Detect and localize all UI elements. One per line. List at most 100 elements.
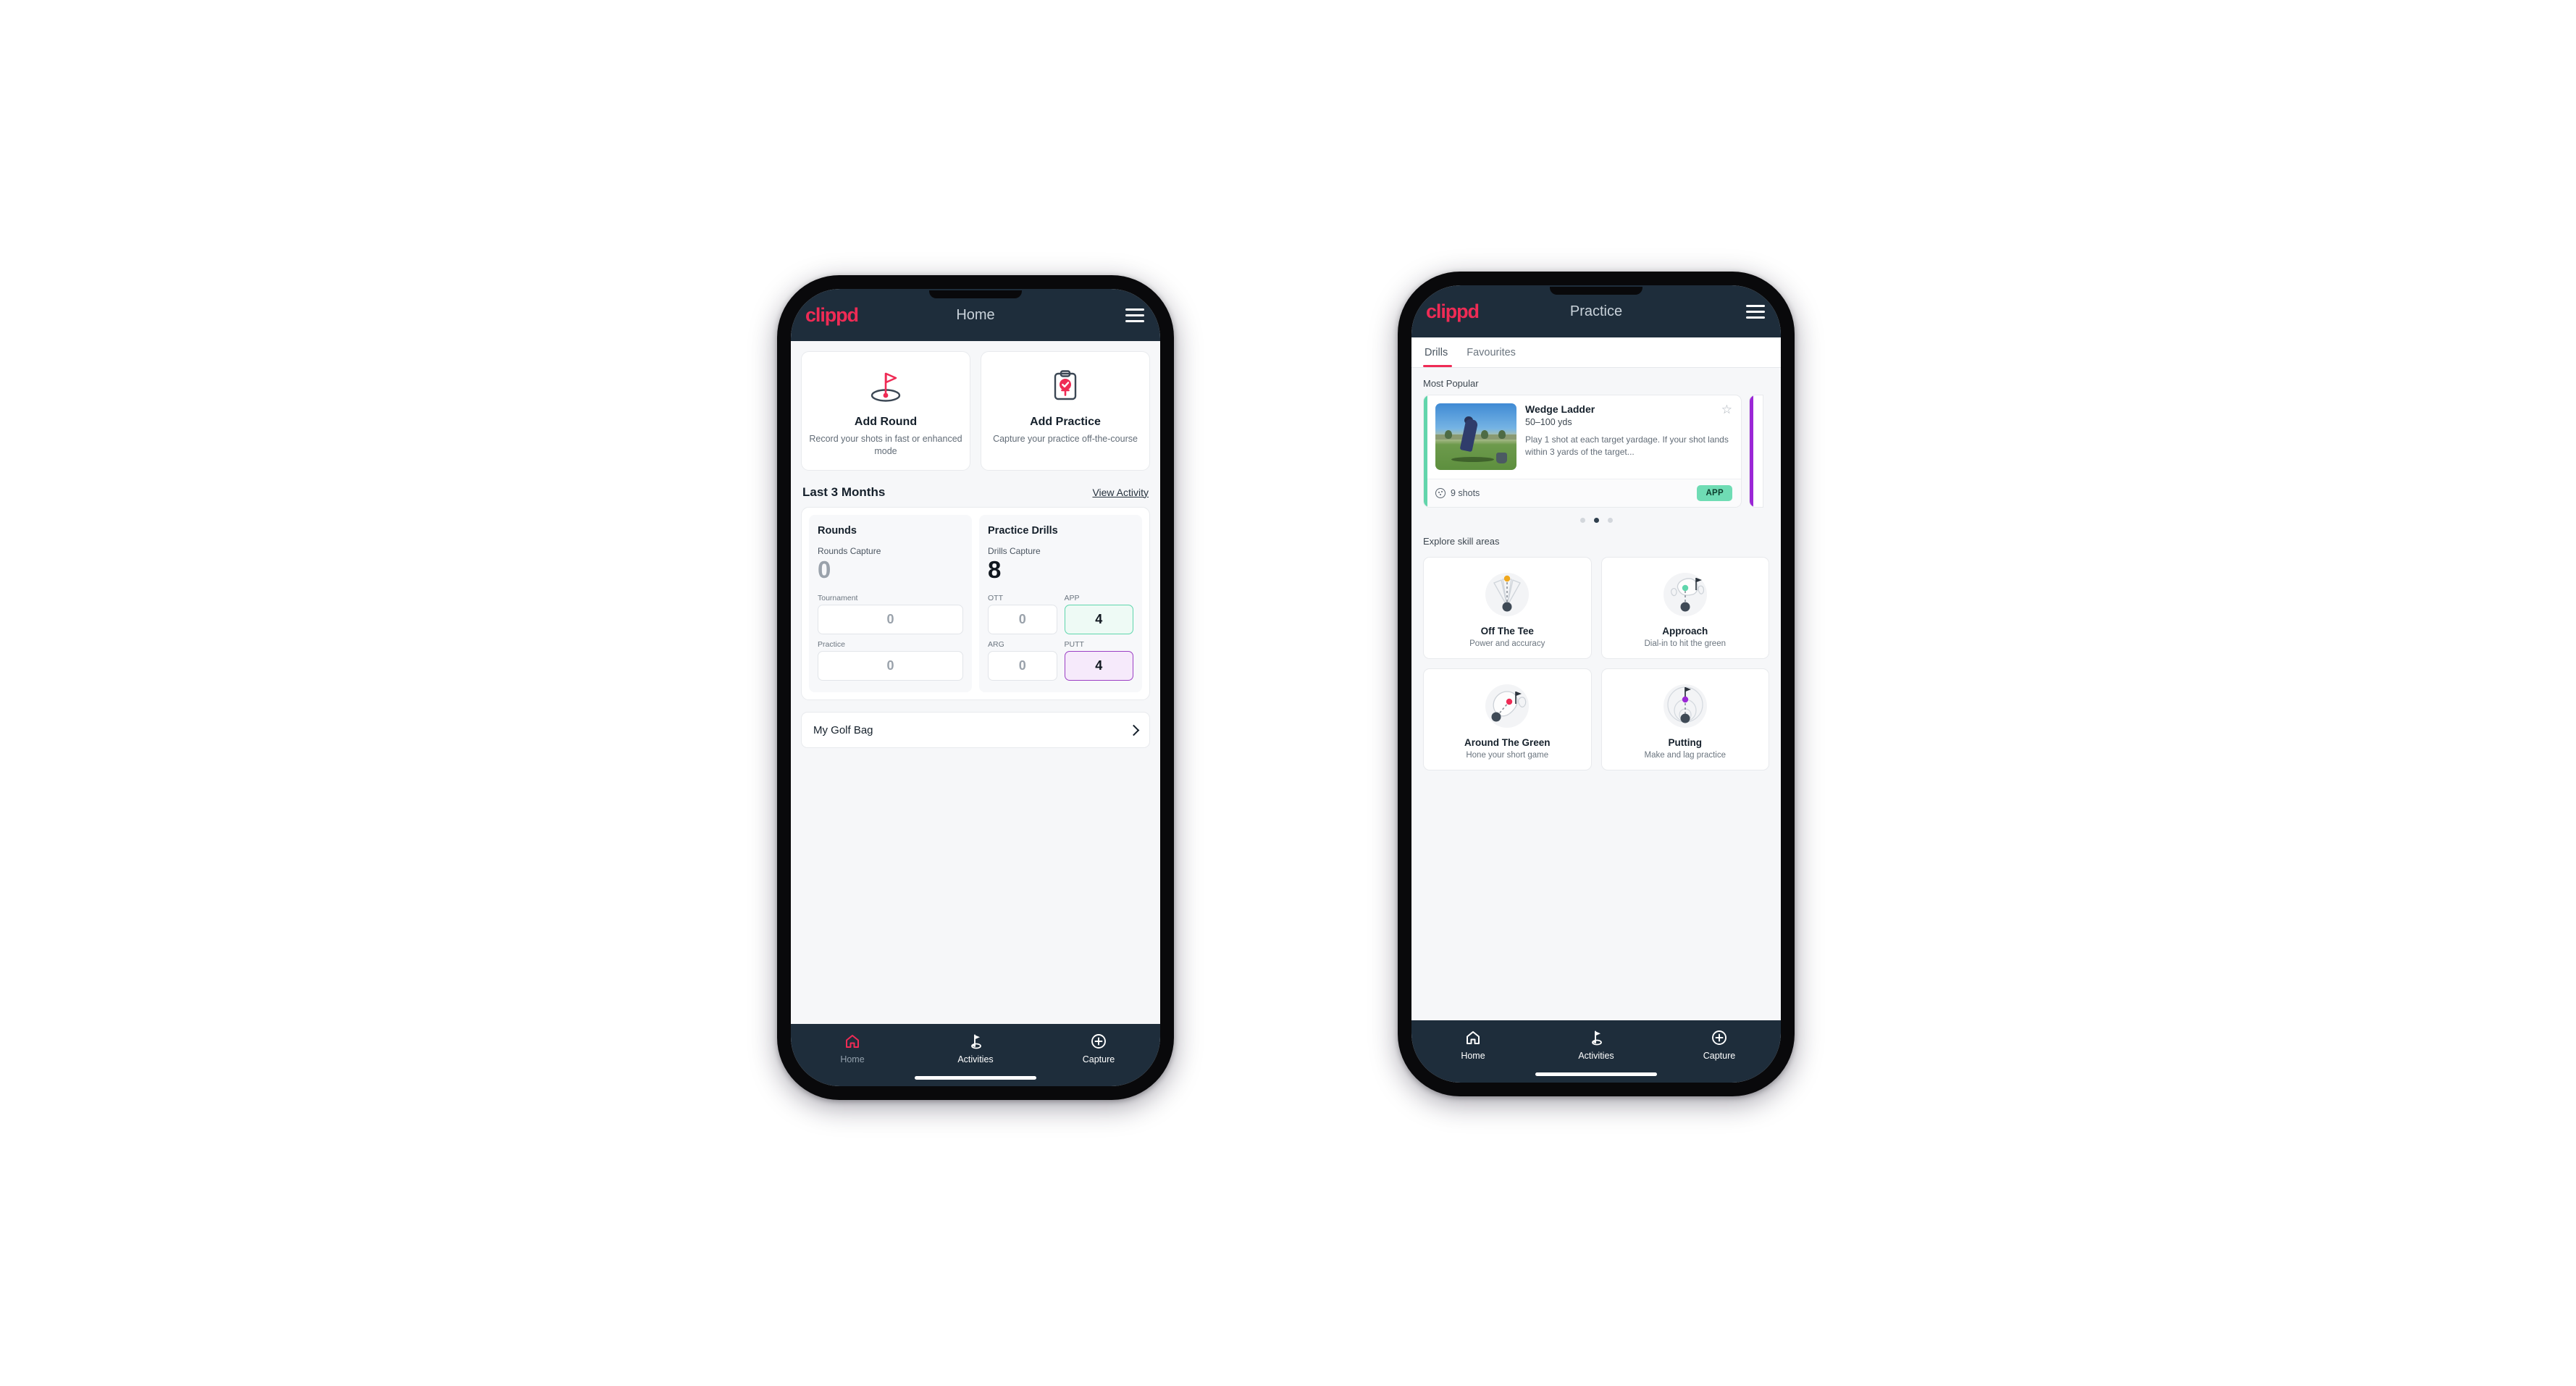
drill-thumbnail-image bbox=[1435, 403, 1516, 470]
my-golf-bag-label: My Golf Bag bbox=[813, 723, 873, 736]
mini-app: APP 4 bbox=[1064, 594, 1133, 635]
tab-drills[interactable]: Drills bbox=[1422, 337, 1458, 367]
add-practice-card[interactable]: Add Practice Capture your practice off-t… bbox=[981, 351, 1150, 471]
app-value-box[interactable]: 4 bbox=[1064, 605, 1133, 635]
mini-label: OTT bbox=[988, 594, 1003, 603]
skill-areas-grid: Off The Tee Power and accuracy Approach … bbox=[1411, 553, 1781, 770]
screenshot-canvas: clippd Home Add Round Record your shots … bbox=[0, 0, 2576, 1386]
skill-name: Approach bbox=[1662, 626, 1708, 637]
phone1-screen: clippd Home Add Round Record your shots … bbox=[791, 289, 1160, 1086]
add-practice-title: Add Practice bbox=[1030, 416, 1101, 428]
skill-card-around-the-green[interactable]: Around The Green Hone your short game bbox=[1423, 668, 1592, 770]
plus-circle-icon bbox=[1091, 1034, 1106, 1049]
hamburger-icon[interactable] bbox=[1746, 304, 1765, 319]
arg-value-box[interactable]: 0 bbox=[988, 651, 1057, 681]
home-indicator-bar bbox=[915, 1076, 1036, 1080]
home-icon bbox=[846, 1035, 859, 1048]
phone-mockup-practice: clippd Practice Drills Favourites Most P… bbox=[1398, 272, 1795, 1096]
drill-card-wedge-ladder[interactable]: Wedge Ladder ☆ 50–100 yds Play 1 shot at… bbox=[1423, 395, 1742, 508]
drill-carousel[interactable]: Wedge Ladder ☆ 50–100 yds Play 1 shot at… bbox=[1411, 395, 1781, 508]
nav-item-activities[interactable]: Activities bbox=[914, 1033, 1037, 1064]
drill-shots: 9 shots bbox=[1435, 488, 1480, 498]
tournament-value-box[interactable]: 0 bbox=[818, 605, 963, 635]
practice-value-box[interactable]: 0 bbox=[818, 651, 963, 681]
skill-card-off-the-tee[interactable]: Off The Tee Power and accuracy bbox=[1423, 557, 1592, 659]
quick-actions-row: Add Round Record your shots in fast or e… bbox=[791, 341, 1160, 471]
nav-item-home[interactable]: Home bbox=[1411, 1029, 1535, 1061]
rounds-mini-grid: Tournament 0 Practice 0 bbox=[818, 594, 963, 681]
nav-item-activities[interactable]: Activities bbox=[1535, 1029, 1658, 1061]
nav-label-home: Home bbox=[1461, 1051, 1485, 1061]
phone2-content: Most Popular Wedge Ladder ☆ 50–100 yds P… bbox=[1411, 368, 1781, 1020]
skill-name: Putting bbox=[1668, 737, 1703, 748]
drills-heading: Practice Drills bbox=[988, 524, 1058, 537]
nav-item-capture[interactable]: Capture bbox=[1658, 1029, 1781, 1061]
drill-title: Wedge Ladder bbox=[1525, 403, 1595, 415]
golf-activities-icon bbox=[971, 1034, 981, 1049]
mini-tournament: Tournament 0 bbox=[818, 594, 963, 635]
skill-subtitle: Hone your short game bbox=[1466, 751, 1549, 760]
carousel-dot-active[interactable] bbox=[1593, 518, 1599, 523]
rounds-capture-label: Rounds Capture bbox=[818, 545, 881, 556]
phone-mockup-home: clippd Home Add Round Record your shots … bbox=[777, 275, 1174, 1100]
golf-activities-icon bbox=[1592, 1030, 1602, 1046]
clippd-logo[interactable]: clippd bbox=[805, 305, 859, 325]
mini-label: Tournament bbox=[818, 594, 858, 603]
last-3-months-header: Last 3 Months View Activity bbox=[791, 471, 1160, 507]
drills-capture-value: 8 bbox=[988, 555, 1002, 583]
phone2-bottom-nav: Home Activities Capture bbox=[1411, 1020, 1781, 1083]
skill-subtitle: Power and accuracy bbox=[1469, 639, 1545, 648]
drills-mini-grid: OTT 0 APP 4 ARG 0 PUTT 4 bbox=[988, 594, 1133, 681]
nav-item-capture[interactable]: Capture bbox=[1037, 1033, 1160, 1064]
drill-category-badge: APP bbox=[1697, 485, 1732, 501]
most-popular-label: Most Popular bbox=[1423, 378, 1479, 389]
nav-item-home[interactable]: Home bbox=[791, 1033, 914, 1064]
phone2-screen: clippd Practice Drills Favourites Most P… bbox=[1411, 285, 1781, 1083]
skill-card-approach[interactable]: Approach Dial-in to hit the green bbox=[1600, 557, 1769, 659]
add-round-card[interactable]: Add Round Record your shots in fast or e… bbox=[801, 351, 970, 471]
hamburger-icon[interactable] bbox=[1125, 308, 1144, 322]
rounds-heading: Rounds bbox=[818, 524, 857, 537]
carousel-dots bbox=[1411, 508, 1781, 526]
drill-meta: Wedge Ladder ☆ 50–100 yds Play 1 shot at… bbox=[1525, 403, 1732, 470]
golf-flag-icon bbox=[809, 365, 962, 407]
carousel-dot[interactable] bbox=[1607, 518, 1613, 523]
mini-practice: Practice 0 bbox=[818, 640, 963, 681]
view-activity-link[interactable]: View Activity bbox=[1092, 487, 1149, 498]
around-the-green-icon bbox=[1430, 678, 1585, 734]
drill-card-body: Wedge Ladder ☆ 50–100 yds Play 1 shot at… bbox=[1424, 395, 1741, 479]
skill-name: Off The Tee bbox=[1480, 626, 1534, 637]
clipboard-check-icon bbox=[989, 365, 1142, 407]
my-golf-bag-row[interactable]: My Golf Bag bbox=[801, 712, 1150, 749]
approach-icon bbox=[1608, 566, 1763, 623]
nav-label-activities: Activities bbox=[1578, 1051, 1614, 1061]
mini-label: PUTT bbox=[1064, 640, 1084, 650]
clippd-logo[interactable]: clippd bbox=[1426, 301, 1480, 322]
plus-circle-icon bbox=[1712, 1030, 1727, 1045]
ott-value-box[interactable]: 0 bbox=[988, 605, 1057, 635]
home-indicator-bar bbox=[1535, 1072, 1657, 1076]
mini-label: Practice bbox=[818, 640, 845, 650]
practice-drills-stat-column: Practice Drills Drills Capture 8 OTT 0 A… bbox=[979, 514, 1142, 693]
nav-label-activities: Activities bbox=[957, 1054, 994, 1064]
skill-card-putting[interactable]: Putting Make and lag practice bbox=[1600, 668, 1769, 770]
rounds-capture-value: 0 bbox=[818, 555, 831, 583]
putt-value-box[interactable]: 4 bbox=[1064, 651, 1133, 681]
phone1-content: Add Round Record your shots in fast or e… bbox=[791, 341, 1160, 1024]
phone-notch bbox=[929, 290, 1022, 298]
phone1-bottom-nav: Home Activities Capture bbox=[791, 1024, 1160, 1086]
skill-name: Around The Green bbox=[1464, 737, 1551, 748]
add-round-subtitle: Record your shots in fast or enhanced mo… bbox=[809, 434, 962, 457]
drill-yardage: 50–100 yds bbox=[1525, 417, 1572, 427]
golf-ball-icon bbox=[1435, 488, 1446, 498]
drill-card-footer: 9 shots APP bbox=[1424, 479, 1741, 507]
rounds-stat-column: Rounds Rounds Capture 0 Tournament 0 Pra… bbox=[809, 514, 972, 693]
nav-label-capture: Capture bbox=[1082, 1054, 1115, 1064]
carousel-dot[interactable] bbox=[1579, 518, 1585, 523]
tab-favourites[interactable]: Favourites bbox=[1467, 337, 1526, 367]
star-outline-icon[interactable]: ☆ bbox=[1721, 403, 1732, 416]
explore-skill-areas-label: Explore skill areas bbox=[1423, 536, 1500, 547]
drill-card-next-peek[interactable] bbox=[1749, 395, 1763, 508]
practice-tabs: Drills Favourites bbox=[1411, 337, 1781, 368]
putting-icon bbox=[1608, 678, 1763, 734]
